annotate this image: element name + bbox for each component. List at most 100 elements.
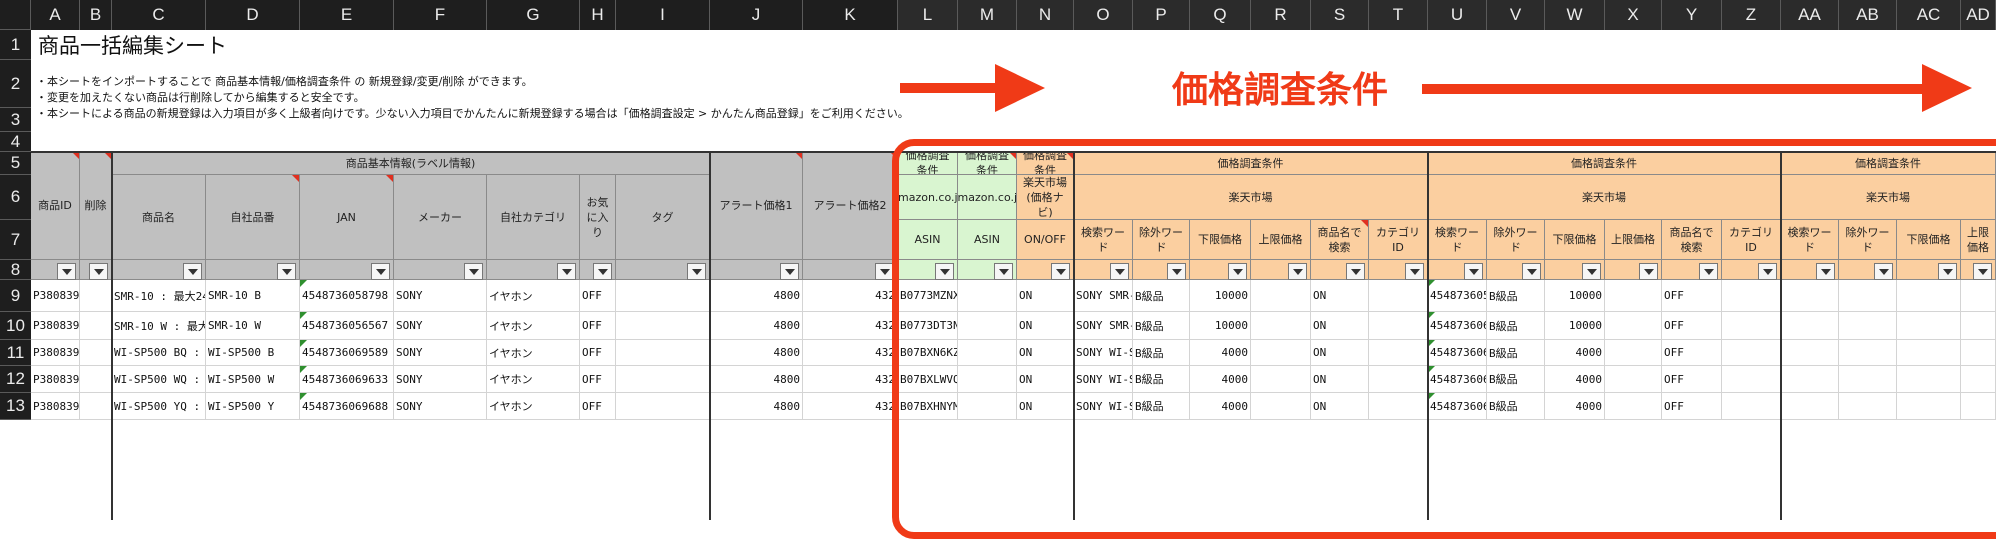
cell-a1[interactable]: 4800 bbox=[710, 366, 803, 393]
column-header-u[interactable]: U bbox=[1428, 0, 1487, 30]
row-header-5[interactable]: 5 bbox=[0, 152, 31, 175]
column-header-a[interactable]: A bbox=[31, 0, 80, 30]
cell-id[interactable]: P3808391 bbox=[31, 312, 80, 340]
cell-maker[interactable]: SONY bbox=[394, 340, 487, 366]
cell-cat[interactable]: イヤホン bbox=[487, 312, 580, 340]
row-header-6[interactable]: 6 bbox=[0, 175, 31, 220]
column-header-f[interactable]: F bbox=[394, 0, 487, 30]
cell-id[interactable]: P3808391 bbox=[31, 366, 80, 393]
cell-name[interactable]: WI-SP500 YQ : Blu bbox=[112, 393, 206, 420]
row-header-13[interactable]: 13 bbox=[0, 393, 31, 420]
cell-name[interactable]: WI-SP500 BQ : Bl bbox=[112, 340, 206, 366]
row-header-4[interactable]: 4 bbox=[0, 132, 31, 152]
filter-dropdown-button[interactable] bbox=[593, 263, 612, 280]
cell-id[interactable]: P3808391 bbox=[31, 393, 80, 420]
column-header-d[interactable]: D bbox=[206, 0, 300, 30]
cell-code[interactable]: SMR-10 B bbox=[206, 280, 300, 312]
column-header-ac[interactable]: AC bbox=[1897, 0, 1961, 30]
cell-maker[interactable]: SONY bbox=[394, 366, 487, 393]
cell-fav[interactable]: OFF bbox=[580, 340, 616, 366]
column-header-i[interactable]: I bbox=[616, 0, 710, 30]
cell-a1[interactable]: 4800 bbox=[710, 340, 803, 366]
cell-empty[interactable] bbox=[80, 340, 112, 366]
column-header-z[interactable]: Z bbox=[1722, 0, 1781, 30]
cell-id[interactable]: P3808391 bbox=[31, 340, 80, 366]
filter-dropdown-button[interactable] bbox=[780, 263, 799, 280]
cell-empty[interactable] bbox=[616, 366, 710, 393]
cell-empty[interactable] bbox=[80, 366, 112, 393]
cell-jan[interactable]: 4548736069688 bbox=[300, 393, 394, 420]
cell-empty[interactable] bbox=[616, 280, 710, 312]
row-header-7[interactable]: 7 bbox=[0, 220, 31, 260]
column-header-ad[interactable]: AD bbox=[1961, 0, 1996, 30]
cell-code[interactable]: WI-SP500 W bbox=[206, 366, 300, 393]
filter-dropdown-button[interactable] bbox=[277, 263, 296, 280]
cell-maker[interactable]: SONY bbox=[394, 393, 487, 420]
cell-jan[interactable]: 4548736058798 bbox=[300, 280, 394, 312]
cell-jan[interactable]: 4548736069633 bbox=[300, 366, 394, 393]
filter-dropdown-button[interactable] bbox=[57, 263, 76, 280]
filter-dropdown-button[interactable] bbox=[687, 263, 706, 280]
column-header-e[interactable]: E bbox=[300, 0, 394, 30]
column-header-t[interactable]: T bbox=[1369, 0, 1428, 30]
filter-dropdown-button[interactable] bbox=[557, 263, 576, 280]
column-header-g[interactable]: G bbox=[487, 0, 580, 30]
row-header-12[interactable]: 12 bbox=[0, 366, 31, 393]
column-header-h[interactable]: H bbox=[580, 0, 616, 30]
cell-a1[interactable]: 4800 bbox=[710, 312, 803, 340]
column-header-o[interactable]: O bbox=[1074, 0, 1133, 30]
cell-maker[interactable]: SONY bbox=[394, 280, 487, 312]
row-header-10[interactable]: 10 bbox=[0, 312, 31, 340]
filter-dropdown-button[interactable] bbox=[89, 263, 108, 280]
row-header-1[interactable]: 1 bbox=[0, 30, 31, 60]
column-header-j[interactable]: J bbox=[710, 0, 803, 30]
cell-empty[interactable] bbox=[80, 280, 112, 312]
row-header-3[interactable]: 3 bbox=[0, 108, 31, 132]
cell-cat[interactable]: イヤホン bbox=[487, 366, 580, 393]
column-header-c[interactable]: C bbox=[112, 0, 206, 30]
column-header-ab[interactable]: AB bbox=[1839, 0, 1897, 30]
column-header-b[interactable]: B bbox=[80, 0, 112, 30]
cell-empty[interactable] bbox=[616, 312, 710, 340]
column-header-v[interactable]: V bbox=[1487, 0, 1545, 30]
column-header-r[interactable]: R bbox=[1251, 0, 1311, 30]
column-header-p[interactable]: P bbox=[1133, 0, 1190, 30]
cell-cat[interactable]: イヤホン bbox=[487, 280, 580, 312]
cell-code[interactable]: WI-SP500 B bbox=[206, 340, 300, 366]
cell-a2[interactable]: 432 bbox=[803, 340, 898, 366]
cell-a1[interactable]: 4800 bbox=[710, 393, 803, 420]
cell-name[interactable]: SMR-10 : 最大24時 bbox=[112, 280, 206, 312]
cell-fav[interactable]: OFF bbox=[580, 312, 616, 340]
column-header-l[interactable]: L bbox=[898, 0, 958, 30]
cell-a2[interactable]: 432 bbox=[803, 312, 898, 340]
filter-dropdown-button[interactable] bbox=[371, 263, 390, 280]
cell-code[interactable]: SMR-10 W bbox=[206, 312, 300, 340]
row-header-2[interactable]: 2 bbox=[0, 60, 31, 108]
filter-dropdown-button[interactable] bbox=[464, 263, 483, 280]
cell-fav[interactable]: OFF bbox=[580, 366, 616, 393]
cell-empty[interactable] bbox=[616, 393, 710, 420]
cell-jan[interactable]: 4548736069589 bbox=[300, 340, 394, 366]
cell-fav[interactable]: OFF bbox=[580, 393, 616, 420]
column-header-s[interactable]: S bbox=[1311, 0, 1369, 30]
column-header-w[interactable]: W bbox=[1545, 0, 1605, 30]
cell-a2[interactable]: 432 bbox=[803, 280, 898, 312]
cell-code[interactable]: WI-SP500 Y bbox=[206, 393, 300, 420]
cell-maker[interactable]: SONY bbox=[394, 312, 487, 340]
column-header-n[interactable]: N bbox=[1017, 0, 1074, 30]
cell-name[interactable]: WI-SP500 WQ : Wh bbox=[112, 366, 206, 393]
cell-jan[interactable]: 4548736056567 bbox=[300, 312, 394, 340]
column-header-q[interactable]: Q bbox=[1190, 0, 1251, 30]
cell-a2[interactable]: 432 bbox=[803, 393, 898, 420]
cell-id[interactable]: P3808391 bbox=[31, 280, 80, 312]
row-header-9[interactable]: 9 bbox=[0, 280, 31, 312]
cell-fav[interactable]: OFF bbox=[580, 280, 616, 312]
select-all-corner[interactable] bbox=[0, 0, 31, 30]
filter-dropdown-button[interactable] bbox=[183, 263, 202, 280]
row-header-8[interactable]: 8 bbox=[0, 260, 31, 280]
cell-empty[interactable] bbox=[616, 340, 710, 366]
cell-empty[interactable] bbox=[80, 312, 112, 340]
column-header-aa[interactable]: AA bbox=[1781, 0, 1839, 30]
cell-empty[interactable] bbox=[80, 393, 112, 420]
column-header-m[interactable]: M bbox=[958, 0, 1017, 30]
